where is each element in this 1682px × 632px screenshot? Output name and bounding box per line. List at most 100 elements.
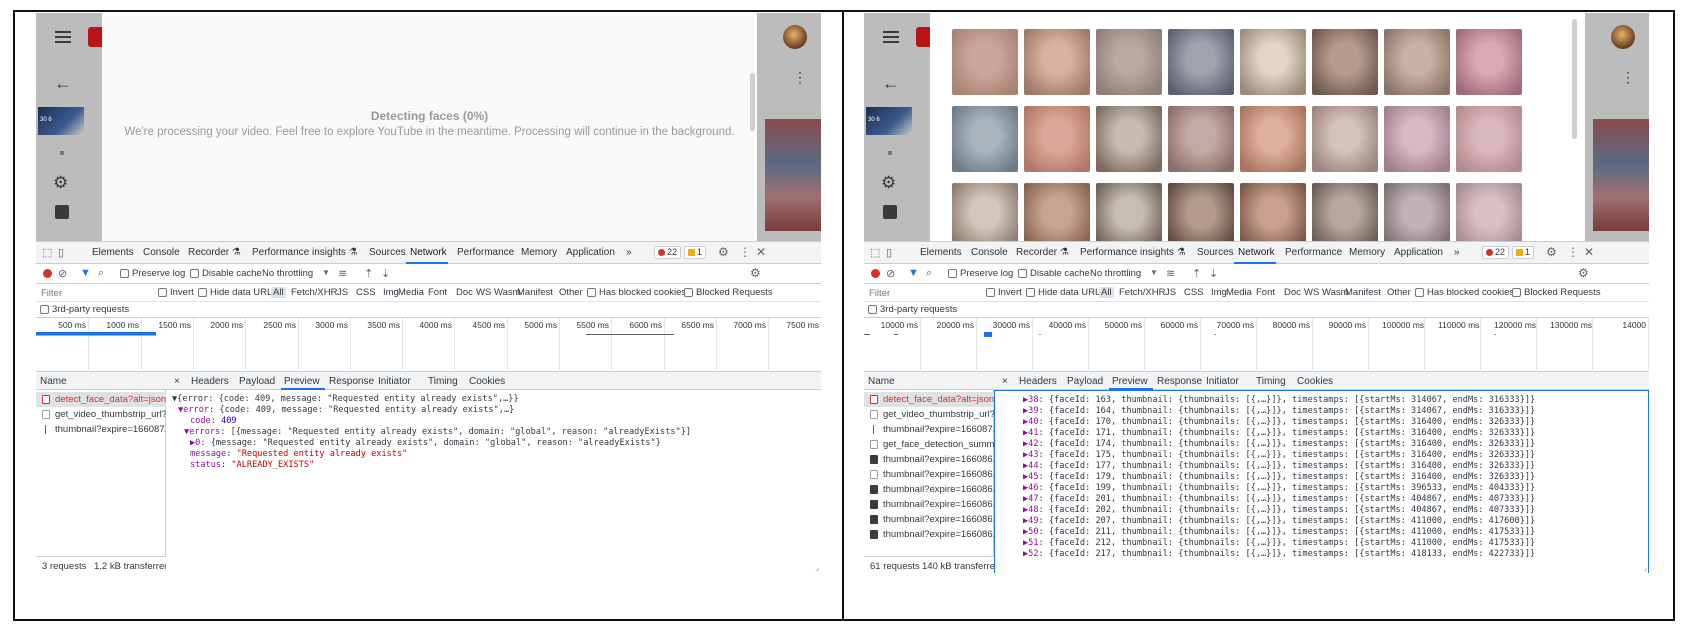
inspect-element-icon[interactable]: ⬚ [870, 246, 880, 259]
filter-icon[interactable]: ▼ [908, 267, 919, 279]
gear-icon[interactable]: ⚙ [1546, 245, 1557, 259]
request-list-header[interactable]: Name [864, 372, 994, 390]
devtools-tab-application[interactable]: Application [1394, 247, 1443, 258]
third-party-checkbox[interactable] [40, 305, 49, 314]
details-tab-initiator[interactable]: Initiator [378, 376, 411, 387]
devtools-tab-console[interactable]: Console [971, 247, 1008, 258]
json-tree-line[interactable]: ▼{error: {code: 409, message: "Requested… [172, 394, 519, 405]
gear-icon[interactable]: ⚙ [53, 173, 68, 193]
json-tree-line[interactable]: ▼error: {code: 409, message: "Requested … [178, 405, 514, 416]
face-thumbnail[interactable] [1024, 106, 1090, 172]
network-timeline[interactable]: 10000 ms 20000 ms 30000 ms 40000 ms 50000 ms… [864, 318, 1649, 372]
resize-handle-icon[interactable]: ⌟ [1643, 563, 1647, 572]
side-video-thumbnail[interactable] [765, 119, 821, 231]
feedback-icon[interactable] [55, 205, 69, 219]
face-thumbnail[interactable] [1312, 29, 1378, 95]
json-tree-line[interactable]: ▶42: {faceId: 174, thumbnail: {thumbnail… [1023, 439, 1535, 450]
details-tab-headers[interactable]: Headers [191, 376, 229, 387]
avatar[interactable] [1611, 25, 1635, 49]
details-tab-payload[interactable]: Payload [239, 376, 275, 387]
chevron-down-icon[interactable]: ▼ [322, 268, 330, 277]
request-row[interactable]: get_video_thumbstrip_url?... [864, 407, 994, 422]
preserve-log-checkbox[interactable] [120, 269, 129, 278]
network-timeline[interactable]: 500 ms 1000 ms 1500 ms 2000 ms 2500 ms 3000 m… [36, 318, 821, 372]
type-filter-doc[interactable]: Doc [454, 287, 475, 298]
request-row[interactable]: detect_face_data?alt=json... [864, 392, 994, 407]
close-icon[interactable]: ✕ [1584, 245, 1594, 259]
details-tab-response[interactable]: Response [329, 376, 374, 387]
type-filter-other[interactable]: Other [557, 287, 585, 298]
network-conditions-icon[interactable]: ≋ [338, 267, 347, 280]
type-filter-ws[interactable]: WS [474, 287, 493, 298]
menu-icon[interactable] [55, 31, 71, 43]
resize-handle-icon[interactable]: ⌟ [815, 563, 819, 572]
request-row[interactable]: detect_face_data?alt=json... [36, 392, 166, 407]
invert-checkbox[interactable] [158, 288, 167, 297]
youtube-logo[interactable] [88, 27, 102, 47]
youtube-logo[interactable] [916, 27, 930, 47]
face-thumbnail[interactable] [1384, 29, 1450, 95]
network-conditions-icon[interactable]: ≋ [1166, 267, 1175, 280]
json-tree-line[interactable]: status: "ALREADY_EXISTS" [190, 460, 314, 471]
type-filter-all[interactable]: All [1099, 287, 1114, 298]
type-filter-media[interactable]: Media [1224, 287, 1254, 298]
type-filter-css[interactable]: CSS [354, 287, 378, 298]
devtools-tab-memory[interactable]: Memory [1349, 247, 1385, 258]
throttling-select[interactable]: No throttling [1090, 268, 1141, 279]
face-thumbnail[interactable] [1240, 29, 1306, 95]
request-row[interactable]: thumbnail?expire=166086... [864, 527, 994, 542]
type-filter-doc[interactable]: Doc [1282, 287, 1303, 298]
type-filter-other[interactable]: Other [1385, 287, 1413, 298]
details-tab-response[interactable]: Response [1157, 376, 1202, 387]
devtools-tab-network[interactable]: Network [1238, 247, 1275, 258]
devtools-tab-performance[interactable]: Performance [1285, 247, 1342, 258]
blocked-requests-checkbox[interactable] [1512, 288, 1521, 297]
request-row[interactable]: thumbnail?expire=166086... [864, 467, 994, 482]
preview-pane[interactable]: ▼{error: {code: 409, message: "Requested… [166, 390, 821, 573]
devtools-tab-elements[interactable]: Elements [920, 247, 962, 258]
face-thumbnail[interactable] [1096, 106, 1162, 172]
devtools-tab-performanceinsights[interactable]: Performance insights ⚗ [252, 247, 358, 258]
network-settings-icon[interactable]: ⚙ [1578, 266, 1589, 280]
request-row[interactable]: get_face_detection_summ... [864, 437, 994, 452]
devtools-tab-console[interactable]: Console [143, 247, 180, 258]
feedback-icon[interactable] [883, 205, 897, 219]
type-filter-font[interactable]: Font [1254, 287, 1277, 298]
json-tree-line[interactable]: ▶45: {faceId: 179, thumbnail: {thumbnail… [1023, 472, 1535, 483]
network-settings-icon[interactable]: ⚙ [750, 266, 761, 280]
blocked-requests-checkbox[interactable] [684, 288, 693, 297]
filter-input[interactable] [38, 286, 158, 300]
details-tab-preview[interactable]: Preview [1112, 376, 1148, 387]
clear-icon[interactable]: ⊘ [886, 267, 895, 280]
devtools-tab-sources[interactable]: Sources [369, 247, 406, 258]
json-tree-line[interactable]: ▶46: {faceId: 199, thumbnail: {thumbnail… [1023, 483, 1535, 494]
face-thumbnail[interactable] [1456, 183, 1522, 241]
error-count-badge[interactable]: 22 [1482, 246, 1510, 259]
warning-count-badge[interactable]: 1 [684, 246, 707, 259]
json-tree-line[interactable]: ▶52: {faceId: 217, thumbnail: {thumbnail… [1023, 549, 1535, 560]
close-details-icon[interactable]: × [1002, 376, 1008, 387]
import-har-icon[interactable]: ⇡ [1192, 267, 1201, 280]
face-thumbnail[interactable] [1240, 106, 1306, 172]
back-arrow-icon[interactable]: ← [882, 73, 900, 94]
warning-count-badge[interactable]: 1 [1512, 246, 1535, 259]
devtools-tab-sources[interactable]: Sources [1197, 247, 1234, 258]
request-list-header[interactable]: Name [36, 372, 166, 390]
preserve-log-checkbox[interactable] [948, 269, 957, 278]
request-row[interactable]: thumbnail?expire=166086... [864, 452, 994, 467]
face-thumbnail[interactable] [1456, 106, 1522, 172]
json-tree-line[interactable]: ▶50: {faceId: 211, thumbnail: {thumbnail… [1023, 527, 1535, 538]
throttling-select[interactable]: No throttling [262, 268, 313, 279]
type-filter-all[interactable]: All [271, 287, 286, 298]
inspect-element-icon[interactable]: ⬚ [42, 246, 52, 259]
export-har-icon[interactable]: ⇣ [1209, 267, 1218, 280]
clear-icon[interactable]: ⊘ [58, 267, 67, 280]
type-filter-font[interactable]: Font [426, 287, 449, 298]
devtools-tab-more[interactable]: » [626, 247, 632, 258]
json-tree-line[interactable]: ▶48: {faceId: 202, thumbnail: {thumbnail… [1023, 505, 1535, 516]
json-tree-line[interactable]: ▶39: {faceId: 164, thumbnail: {thumbnail… [1023, 406, 1535, 417]
details-tab-payload[interactable]: Payload [1067, 376, 1103, 387]
json-tree-line[interactable]: ▼errors: [{message: "Requested entity al… [184, 427, 691, 438]
more-vert-icon[interactable]: ⋮ [1567, 245, 1579, 259]
type-filter-js[interactable]: JS [1163, 287, 1178, 298]
